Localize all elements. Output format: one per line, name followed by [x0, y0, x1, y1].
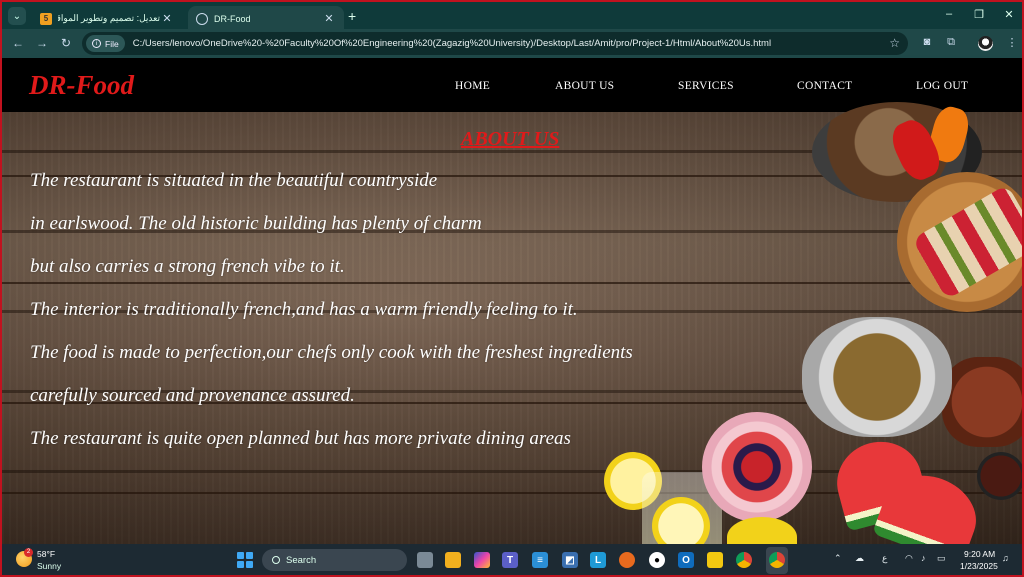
outlook-icon[interactable]: O	[678, 552, 694, 568]
about-paragraph-line: The food is made to perfection,our chefs…	[30, 342, 633, 363]
chrome-icon[interactable]	[736, 552, 752, 568]
nav-home[interactable]: HOME	[455, 80, 490, 92]
sauce-bowl-image	[977, 452, 1022, 500]
about-paragraph-line: The interior is traditionally french,and…	[30, 299, 578, 320]
file-explorer-icon[interactable]	[445, 552, 461, 568]
clock-time[interactable]: 9:20 AM	[964, 549, 995, 559]
tab-favicon-icon: 5	[40, 12, 52, 25]
tab-title: DR-Food	[214, 13, 251, 24]
browser-toolbar: ← → ↻ i File C:/Users/lenovo/OneDrive%20…	[0, 29, 1024, 58]
clock-date[interactable]: 1/23/2025	[960, 561, 998, 571]
grilled-meat-image	[942, 357, 1022, 447]
about-paragraph-line: The restaurant is situated in the beauti…	[30, 170, 438, 191]
globe-icon	[196, 12, 208, 25]
weather-badge: 2	[24, 548, 33, 557]
about-paragraph-line: in earlswood. The old historic building …	[30, 213, 482, 234]
onedrive-icon[interactable]: ☁	[855, 553, 864, 564]
site-logo[interactable]: DR-Food	[29, 70, 134, 101]
about-paragraph-line: carefully sourced and provenance assured…	[30, 385, 355, 406]
windows-taskbar: 2 58°F Sunny Search T ≡ ◩ L ● O ⌃ ☁ ع ◠ …	[0, 544, 1024, 577]
nav-about-us[interactable]: ABOUT US	[555, 80, 614, 92]
about-paragraph-line: but also carries a strong french vibe to…	[30, 256, 345, 277]
info-icon: i	[92, 39, 101, 48]
tab-search-button[interactable]: ⌄	[8, 7, 26, 25]
firefox-icon[interactable]	[619, 552, 635, 568]
url-text[interactable]: C:/Users/lenovo/OneDrive%20-%20Faculty%2…	[133, 38, 873, 49]
copilot-icon[interactable]	[474, 552, 490, 568]
weather-description[interactable]: Sunny	[37, 561, 61, 571]
minimize-button[interactable]: –	[939, 8, 959, 20]
new-tab-button[interactable]: +	[348, 8, 356, 24]
weather-temperature[interactable]: 58°F	[37, 549, 55, 559]
extensions-icon[interactable]: ⧉	[943, 36, 959, 49]
notepad-icon[interactable]: ≡	[532, 552, 548, 568]
nav-services[interactable]: SERVICES	[678, 80, 734, 92]
reload-icon[interactable]: ↻	[58, 36, 74, 50]
task-view-icon[interactable]	[417, 552, 433, 568]
l-app-icon[interactable]: L	[590, 552, 606, 568]
web-page: DR-Food HOME ABOUT US SERVICES CONTACT L…	[0, 58, 1024, 544]
browser-tab-strip: ⌄ 5 تعديل: تصميم وتطوير المواقع بـ... ✕ …	[0, 0, 1024, 31]
restore-button[interactable]: ❐	[969, 8, 989, 21]
volume-icon[interactable]: ♪	[921, 553, 926, 563]
menu-dots-icon[interactable]: ⋮	[1004, 36, 1020, 49]
berry-bowl-image	[702, 412, 812, 522]
battery-icon[interactable]: ▭	[937, 553, 946, 564]
site-info-chip[interactable]: i File	[86, 35, 125, 52]
about-paragraph-line: The restaurant is quite open planned but…	[30, 428, 571, 449]
back-arrow-icon[interactable]: ←	[10, 36, 26, 50]
about-heading: ABOUT US	[461, 128, 560, 150]
bookmark-star-icon[interactable]: ☆	[889, 36, 900, 50]
powerbi-icon[interactable]	[707, 552, 723, 568]
nav-contact[interactable]: CONTACT	[797, 80, 852, 92]
protocol-label: File	[105, 38, 119, 49]
close-icon[interactable]: ✕	[160, 12, 174, 25]
foil-potatoes-image	[802, 317, 952, 437]
tab-title: تعديل: تصميم وتطوير المواقع بـ...	[58, 13, 160, 23]
address-bar[interactable]: i File C:/Users/lenovo/OneDrive%20-%20Fa…	[82, 32, 908, 55]
close-icon[interactable]: ✕	[322, 12, 336, 25]
teams-icon[interactable]: T	[502, 552, 518, 568]
screenshot-icon[interactable]: ◙	[919, 36, 935, 48]
hero-wood-background: ABOUT US The restaurant is situated in t…	[2, 102, 1022, 544]
language-indicator[interactable]: ع	[882, 553, 887, 564]
search-icon	[272, 556, 280, 564]
search-placeholder: Search	[286, 554, 317, 566]
github-icon[interactable]: ●	[649, 552, 665, 568]
wifi-icon[interactable]: ◠	[905, 553, 913, 564]
profile-avatar[interactable]	[978, 36, 993, 51]
plank-seam	[2, 282, 1022, 284]
nav-log-out[interactable]: LOG OUT	[916, 80, 968, 92]
code-editor-icon[interactable]: ◩	[562, 552, 578, 568]
tab-inactive[interactable]: 5 تعديل: تصميم وتطوير المواقع بـ... ✕	[32, 6, 182, 31]
notification-bell-icon[interactable]: ♫	[1002, 553, 1009, 563]
chrome-active-icon[interactable]	[769, 552, 785, 568]
taskbar-search-box[interactable]: Search	[262, 549, 407, 571]
windows-start-icon[interactable]	[237, 552, 253, 568]
close-window-button[interactable]: ✕	[999, 8, 1019, 21]
tab-active[interactable]: DR-Food ✕	[188, 6, 344, 31]
forward-arrow-icon[interactable]: →	[34, 36, 50, 50]
show-hidden-icons-chevron-icon[interactable]: ⌃	[834, 553, 842, 564]
